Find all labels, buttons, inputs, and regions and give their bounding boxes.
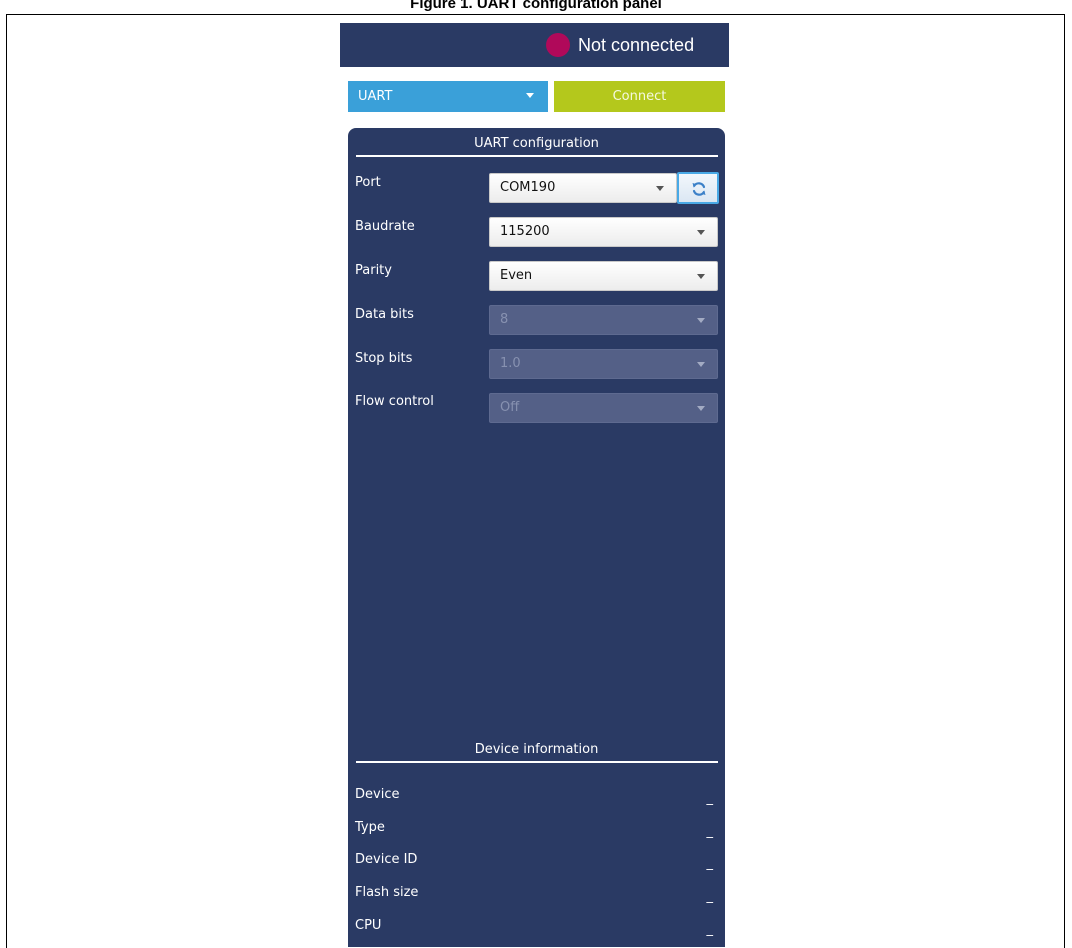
device-value: _ [706, 791, 714, 806]
parity-label: Parity [355, 263, 392, 278]
chevron-down-icon [697, 362, 705, 367]
device-id-label: Device ID [355, 852, 418, 867]
chevron-down-icon [697, 318, 705, 323]
baudrate-label: Baudrate [355, 219, 415, 234]
chevron-down-icon [697, 406, 705, 411]
connect-button[interactable]: Connect [554, 81, 725, 112]
configuration-panel: UART configuration Port COM190 Baudrate … [348, 128, 725, 947]
baudrate-value: 115200 [500, 224, 550, 239]
data-bits-label: Data bits [355, 307, 414, 322]
stop-bits-value: 1.0 [500, 356, 521, 371]
app-panel: Not connected UART Connect UART configur… [340, 23, 729, 947]
interface-select-value: UART [358, 89, 393, 104]
port-label: Port [355, 175, 381, 190]
stop-bits-dropdown: 1.0 [489, 349, 718, 379]
parity-value: Even [500, 268, 533, 283]
interface-select[interactable]: UART [348, 81, 548, 112]
refresh-icon [692, 182, 706, 196]
uart-config-title: UART configuration [474, 136, 599, 151]
chevron-down-icon [697, 230, 705, 235]
port-value: COM190 [500, 180, 556, 195]
baudrate-dropdown[interactable]: 115200 [489, 217, 718, 247]
flow-control-dropdown: Off [489, 393, 718, 423]
data-bits-value: 8 [500, 312, 509, 327]
cpu-label: CPU [355, 918, 382, 933]
status-bar: Not connected [340, 23, 729, 67]
device-id-value: _ [706, 856, 714, 871]
flow-control-label: Flow control [355, 394, 434, 409]
port-dropdown[interactable]: COM190 [489, 173, 677, 203]
data-bits-dropdown: 8 [489, 305, 718, 335]
chevron-down-icon [526, 93, 534, 98]
chevron-down-icon [697, 274, 705, 279]
section-divider [356, 155, 718, 157]
flash-size-value: _ [706, 889, 714, 904]
device-info-title: Device information [474, 742, 599, 757]
figure-caption: Figure 1. UART configuration panel [410, 0, 662, 12]
type-value: _ [706, 824, 714, 839]
type-label: Type [355, 820, 385, 835]
flash-size-label: Flash size [355, 885, 419, 900]
device-label: Device [355, 787, 400, 802]
refresh-ports-button[interactable] [677, 172, 719, 204]
connection-status-icon [546, 33, 570, 57]
flow-control-value: Off [500, 400, 520, 415]
connection-status-text: Not connected [578, 35, 695, 55]
chevron-down-icon [656, 186, 664, 191]
stop-bits-label: Stop bits [355, 351, 413, 366]
section-divider [356, 761, 718, 763]
parity-dropdown[interactable]: Even [489, 261, 718, 291]
cpu-value: _ [706, 922, 714, 937]
